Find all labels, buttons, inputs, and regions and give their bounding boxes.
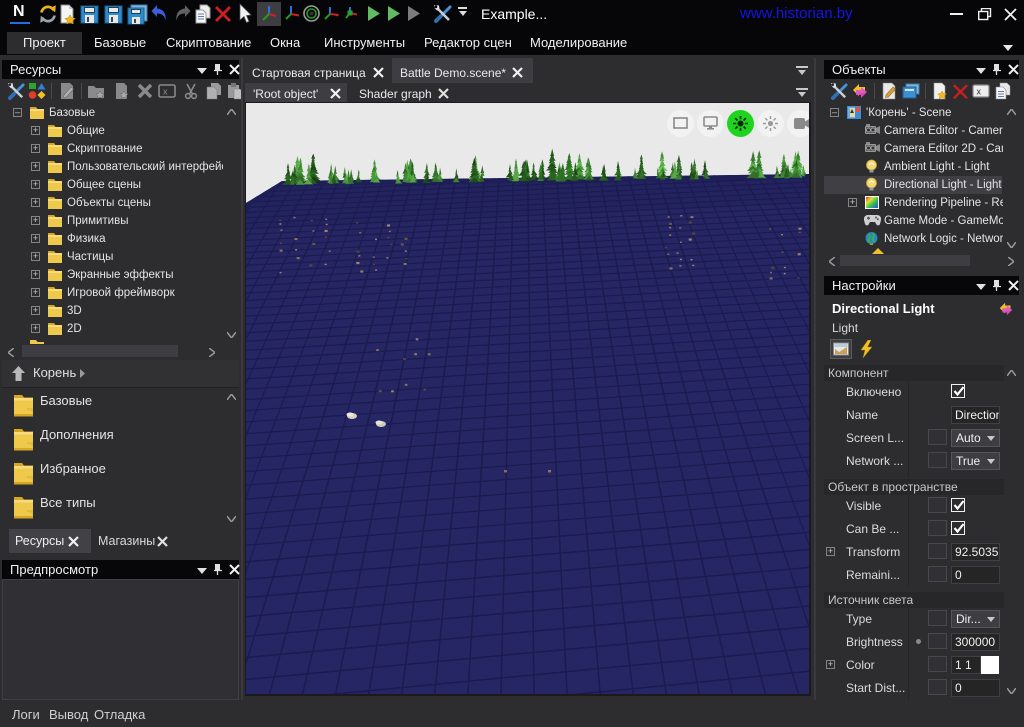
svg-text:x: x: [977, 87, 982, 97]
svg-text:x: x: [163, 87, 168, 97]
